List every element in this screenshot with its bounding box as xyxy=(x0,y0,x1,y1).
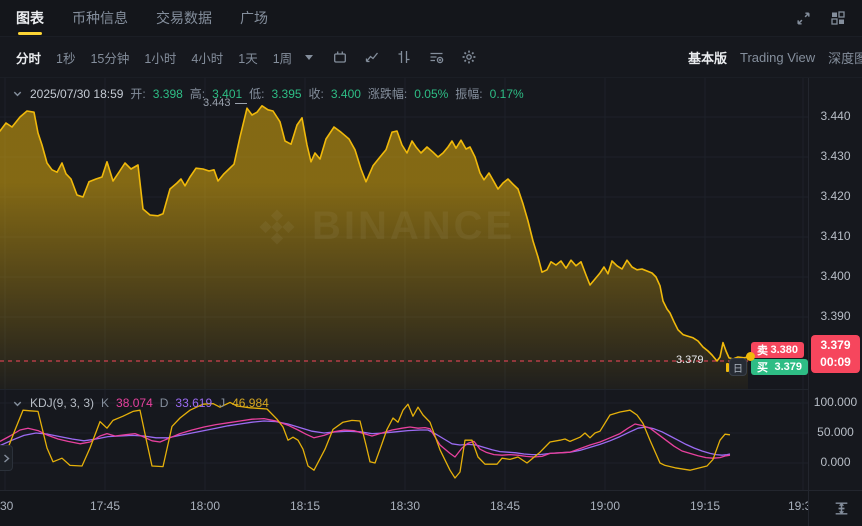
top-navbar: 图表币种信息交易数据广场 xyxy=(0,0,862,37)
interval-3[interactable]: 15分钟 xyxy=(90,48,129,67)
max-price-value: 3.443 xyxy=(203,97,231,109)
price-axis-label-6: 3.390 xyxy=(809,309,862,323)
order-icon-glyph: 日 xyxy=(733,360,743,375)
badge-price: 3.379 xyxy=(811,337,860,354)
nav-tab-3[interactable]: 交易数据 xyxy=(156,0,212,36)
nav-tab-4[interactable]: 广场 xyxy=(240,0,268,36)
time-label-4: 18:15 xyxy=(290,499,320,513)
buy-label: 买 xyxy=(757,359,768,375)
last-price-axis-badge[interactable]: 3.379 00:09 xyxy=(811,335,860,373)
ohlc-field-label-1: 开: xyxy=(130,85,145,102)
compare-candles-icon[interactable] xyxy=(396,49,412,65)
interval-7[interactable]: 1周 xyxy=(273,48,292,67)
indicators-list-icon[interactable] xyxy=(428,49,445,65)
layout-grid-icon[interactable] xyxy=(830,10,846,26)
time-label-2: 17:45 xyxy=(90,499,120,513)
kdj-title: KDJ(9, 3, 3) xyxy=(30,396,94,410)
kdj-j-value: 46.984 xyxy=(232,396,269,410)
kdj-axis-label-2: 50.000 xyxy=(809,425,862,439)
last-price-label: 3.379 xyxy=(676,354,704,366)
time-label-8: 19:15 xyxy=(690,499,720,513)
price-axis-label-5: 3.400 xyxy=(809,269,862,283)
ohlc-field-value-6: 0.17% xyxy=(490,87,524,101)
view-3[interactable]: 深度图 xyxy=(828,48,862,67)
kdj-k-label: K xyxy=(101,396,109,410)
chart-view-switch: 基本版 Trading View 深度图 xyxy=(688,37,862,77)
current-price-dot xyxy=(746,352,755,361)
view-1[interactable]: 基本版 xyxy=(688,48,727,67)
axis-separator xyxy=(808,491,809,526)
chevron-right-icon xyxy=(3,454,10,463)
interval-5[interactable]: 4小时 xyxy=(191,48,223,67)
badge-countdown: 00:09 xyxy=(811,354,860,371)
time-labels: :30 17:45 18:00 18:15 18:30 18:45 19:00 19:15 19… xyxy=(0,491,808,526)
ohlc-field-label-5: 涨跌幅: xyxy=(368,85,407,102)
time-axis-bar[interactable]: :30 17:45 18:00 18:15 18:30 18:45 19:00 19:15 19… xyxy=(0,490,862,526)
sell-price-tag[interactable]: 卖 3.380 xyxy=(751,342,804,358)
ohlc-field-label-3: 低: xyxy=(249,85,264,102)
chart-area: BINANCE 2025/07/30 18:59 开:3.398高:3.401低… xyxy=(0,78,862,490)
max-price-dash xyxy=(235,103,247,104)
price-axis-label-1: 3.440 xyxy=(809,109,862,123)
ohlc-info-bar: 2025/07/30 18:59 开:3.398高:3.401低:3.395收:… xyxy=(12,85,524,102)
sell-label: 卖 xyxy=(757,342,768,358)
price-axis-label-3: 3.420 xyxy=(809,189,862,203)
ohlc-field-label-4: 收: xyxy=(309,85,324,102)
buy-price-tag[interactable]: 买 3.379 xyxy=(751,359,808,375)
pane-divider xyxy=(0,389,808,390)
ohlc-field-value-5: 0.05% xyxy=(414,87,448,101)
ohlc-datetime: 2025/07/30 18:59 xyxy=(30,87,123,101)
panel-expander-button[interactable] xyxy=(0,445,13,471)
nav-tab-1[interactable]: 图表 xyxy=(16,0,44,36)
view-2[interactable]: Trading View xyxy=(740,50,815,65)
kdj-d-value: 33.619 xyxy=(175,396,212,410)
kdj-collapse-chevron-icon[interactable] xyxy=(12,398,23,409)
interval-6[interactable]: 1天 xyxy=(238,48,257,67)
time-label-3: 18:00 xyxy=(190,499,220,513)
ohlc-field-label-6: 振幅: xyxy=(455,85,482,102)
collapse-chevron-icon[interactable] xyxy=(12,88,23,99)
ohlc-field-value-3: 3.395 xyxy=(272,87,302,101)
interval-selector: 分时 1秒 15分钟 1小时 4小时 1天 1周 xyxy=(16,48,292,67)
ohlc-field-value-4: 3.400 xyxy=(331,87,361,101)
price-area-chart[interactable] xyxy=(0,78,808,390)
ohlc-field-value-1: 3.398 xyxy=(153,87,183,101)
time-label-5: 18:30 xyxy=(390,499,420,513)
navbar-icons xyxy=(795,10,846,27)
settings-gear-icon[interactable] xyxy=(461,49,477,65)
fullscreen-expand-icon[interactable] xyxy=(795,10,812,27)
nav-tabs: 图表币种信息交易数据广场 xyxy=(16,0,268,36)
chart-tool-icons xyxy=(332,49,477,65)
price-axis-label-4: 3.410 xyxy=(809,229,862,243)
max-price-marker: 3.443 xyxy=(203,97,247,109)
time-label-1: :30 xyxy=(0,499,13,513)
kdj-d-label: D xyxy=(160,396,169,410)
line-chart-icon[interactable] xyxy=(364,49,380,65)
kdj-k-value: 38.074 xyxy=(116,396,153,410)
interval-2[interactable]: 1秒 xyxy=(56,48,75,67)
kdj-info-bar: KDJ(9, 3, 3) K 38.074 D 33.619 J 46.984 xyxy=(12,396,269,410)
nav-tab-2[interactable]: 币种信息 xyxy=(72,0,128,36)
chart-toolbar: 分时 1秒 15分钟 1小时 4小时 1天 1周 xyxy=(0,37,862,78)
kdj-axis-label-3: 0.000 xyxy=(809,455,862,469)
interval-4[interactable]: 1小时 xyxy=(144,48,176,67)
price-axis[interactable]: 3.379 00:09 3.440 3.430 3.420 3.410 3.400 3.3… xyxy=(808,78,862,490)
interval-1[interactable]: 分时 xyxy=(16,48,41,67)
buy-price: 3.379 xyxy=(774,361,802,373)
chevron-down-icon xyxy=(305,55,313,60)
price-axis-label-2: 3.430 xyxy=(809,149,862,163)
order-record-icon[interactable]: 日 xyxy=(729,358,747,376)
sell-price: 3.380 xyxy=(770,344,798,356)
time-label-9: 19:30 xyxy=(788,499,808,513)
scale-settings-icon[interactable] xyxy=(833,500,850,517)
kdj-axis-label-1: 100.000 xyxy=(809,395,862,409)
binance-chart-app: 图表币种信息交易数据广场 分时 1秒 15分钟 1小时 4小时 1天 1周 xyxy=(0,0,862,526)
more-intervals-button[interactable] xyxy=(305,55,313,60)
time-label-6: 18:45 xyxy=(490,499,520,513)
kdj-j-label: J xyxy=(219,396,225,410)
candlestick-style-icon[interactable] xyxy=(332,49,348,65)
time-label-7: 19:00 xyxy=(590,499,620,513)
